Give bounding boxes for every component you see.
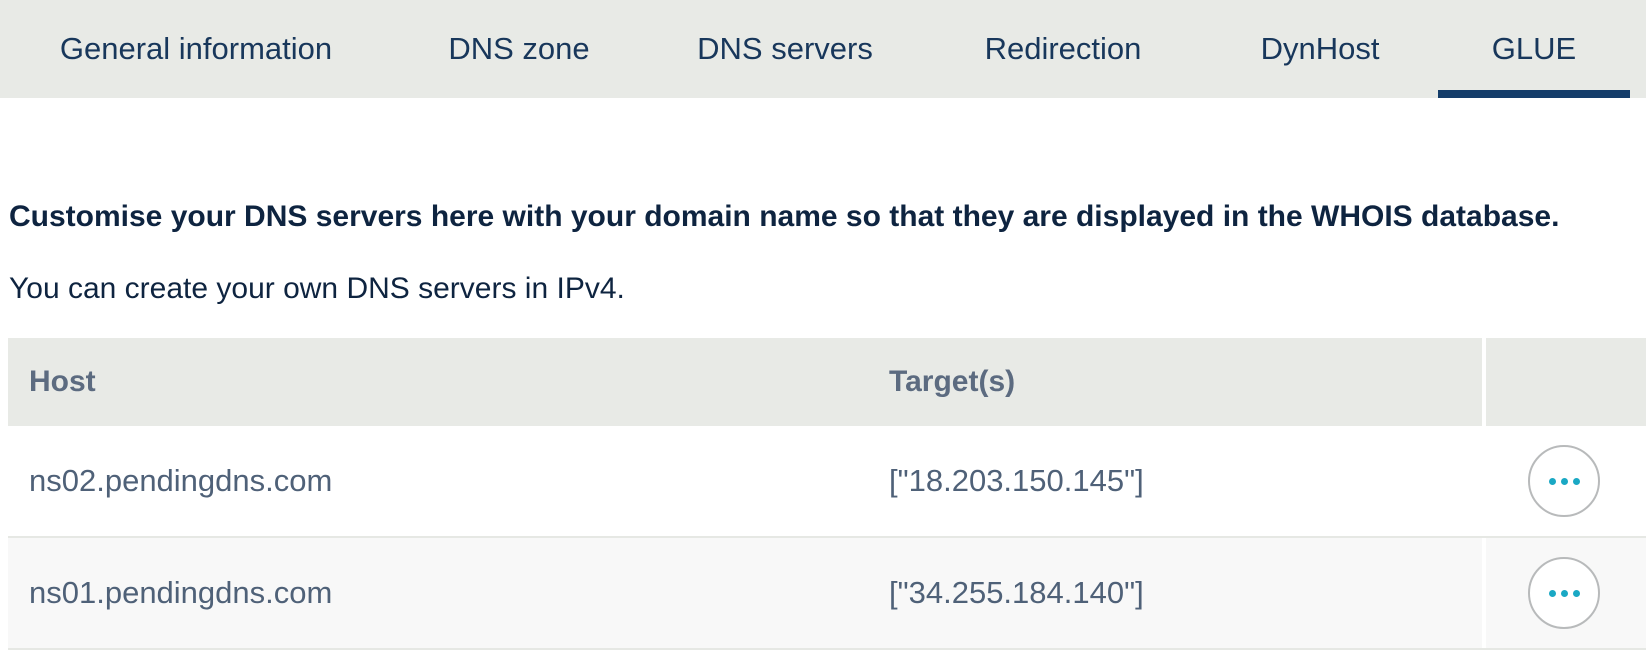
tab-label: Redirection bbox=[984, 31, 1142, 66]
tab-label: DynHost bbox=[1260, 31, 1380, 66]
column-header-actions bbox=[1486, 338, 1646, 426]
tab-label: DNS zone bbox=[448, 31, 590, 66]
tab-glue[interactable]: GLUE bbox=[1438, 0, 1630, 98]
host-cell: ns02.pendingdns.com bbox=[29, 463, 333, 498]
table-row: ns01.pendingdns.com ["34.255.184.140"] bbox=[8, 538, 1646, 650]
section-description: You can create your own DNS servers in I… bbox=[9, 272, 625, 305]
column-divider bbox=[1482, 426, 1486, 536]
tab-label: GLUE bbox=[1491, 31, 1577, 66]
tab-label: DNS servers bbox=[697, 31, 873, 66]
column-header-targets: Target(s) bbox=[889, 365, 1016, 398]
targets-cell: ["34.255.184.140"] bbox=[889, 575, 1144, 610]
section-heading: Customise your DNS servers here with you… bbox=[9, 200, 1560, 233]
column-header-host: Host bbox=[29, 365, 96, 398]
tab-general-information[interactable]: General information bbox=[36, 0, 356, 98]
tab-redirection[interactable]: Redirection bbox=[962, 0, 1164, 98]
more-horizontal-icon bbox=[1548, 589, 1580, 597]
tab-dns-servers[interactable]: DNS servers bbox=[684, 0, 886, 98]
host-cell: ns01.pendingdns.com bbox=[29, 575, 333, 610]
row-actions-button[interactable] bbox=[1528, 445, 1600, 517]
targets-cell: ["18.203.150.145"] bbox=[889, 463, 1144, 498]
column-divider bbox=[1482, 538, 1486, 648]
tab-label: General information bbox=[59, 31, 333, 66]
tab-dns-zone[interactable]: DNS zone bbox=[430, 0, 608, 98]
table-header: Host Target(s) bbox=[8, 338, 1646, 426]
tab-dynhost[interactable]: DynHost bbox=[1240, 0, 1400, 98]
more-horizontal-icon bbox=[1548, 477, 1580, 485]
tab-bar: General information DNS zone DNS servers… bbox=[0, 0, 1646, 98]
table-row: ns02.pendingdns.com ["18.203.150.145"] bbox=[8, 426, 1646, 538]
row-actions-button[interactable] bbox=[1528, 557, 1600, 629]
